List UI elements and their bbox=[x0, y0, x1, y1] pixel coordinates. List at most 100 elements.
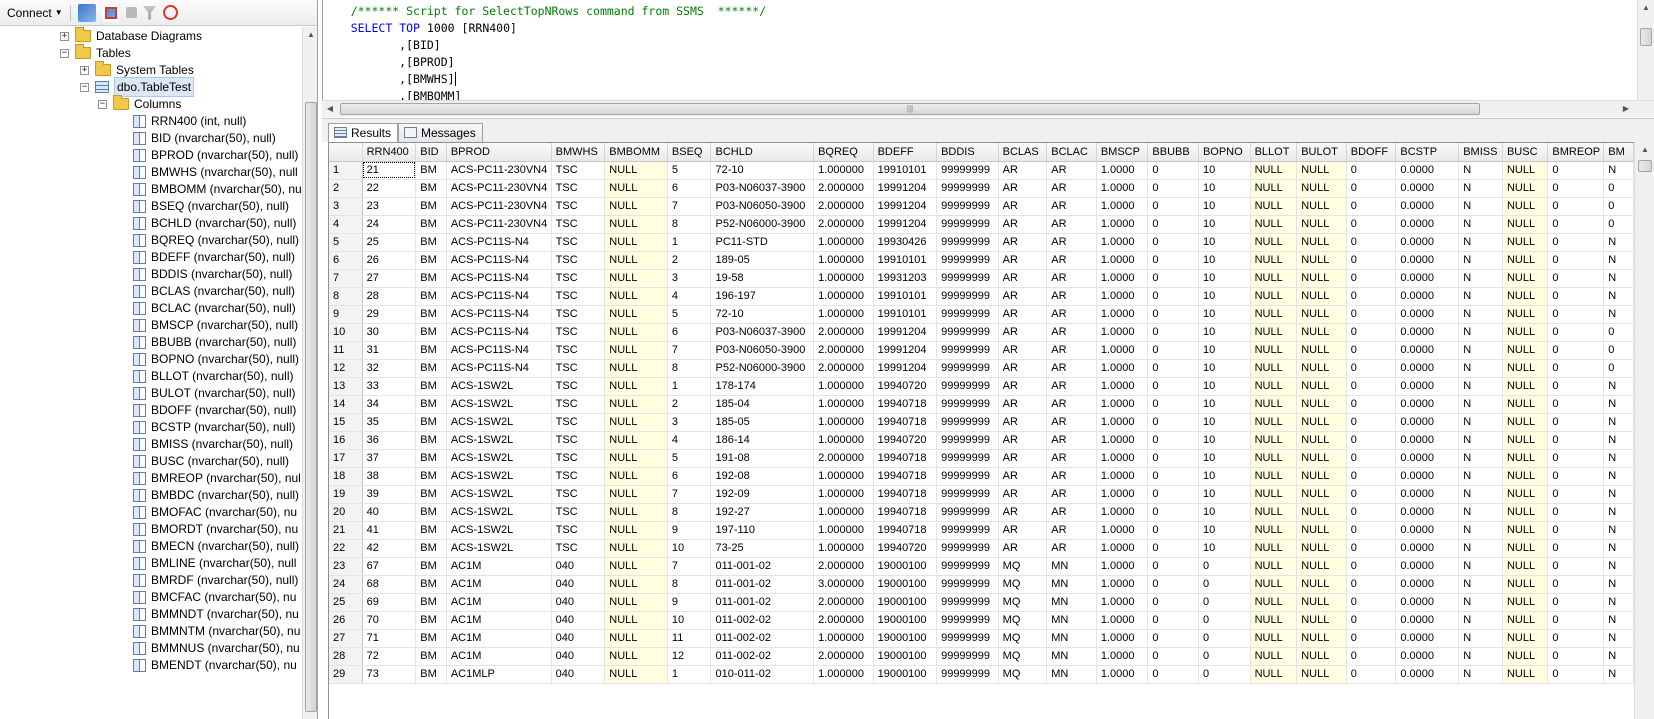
grid-cell[interactable]: ACS-PC11S-N4 bbox=[446, 323, 552, 342]
row-number-cell[interactable]: 1 bbox=[329, 161, 363, 180]
grid-cell[interactable]: 1.0000 bbox=[1096, 287, 1149, 306]
grid-cell[interactable]: NULL bbox=[1502, 539, 1549, 558]
grid-cell[interactable]: 1.0000 bbox=[1096, 575, 1149, 594]
grid-cell[interactable]: NULL bbox=[604, 305, 668, 324]
tree-node-column[interactable]: BCHLD (nvarchar(50), null) bbox=[133, 214, 296, 232]
row-number-cell[interactable]: 21 bbox=[329, 521, 363, 540]
grid-cell[interactable]: 99999999 bbox=[936, 449, 999, 468]
column-header-busc[interactable]: BUSC bbox=[1502, 143, 1549, 162]
grid-cell[interactable]: BM bbox=[415, 503, 447, 522]
grid-cell[interactable]: 19000100 bbox=[873, 557, 938, 576]
grid-cell[interactable]: 1.0000 bbox=[1096, 305, 1149, 324]
grid-cell[interactable]: N bbox=[1458, 233, 1503, 252]
grid-cell[interactable]: N bbox=[1603, 449, 1634, 468]
grid-cell[interactable]: 0 bbox=[1547, 629, 1605, 648]
grid-cell[interactable]: 0 bbox=[1346, 377, 1397, 396]
grid-cell[interactable]: AR bbox=[1046, 287, 1097, 306]
grid-cell[interactable]: BM bbox=[415, 341, 447, 360]
tree-node-column[interactable]: BMENDT (nvarchar(50), nu bbox=[133, 656, 297, 674]
grid-cell[interactable]: ACS-1SW2L bbox=[446, 539, 552, 558]
grid-cell[interactable]: 99999999 bbox=[936, 557, 999, 576]
grid-cell[interactable]: TSC bbox=[551, 431, 606, 450]
table-row[interactable]: 14 34 BM ACS-1SW2L TSC NULL 2 185-04 1.000000 199… bbox=[329, 395, 1634, 414]
grid-cell[interactable]: 1.0000 bbox=[1096, 197, 1149, 216]
table-row[interactable]: 20 40 BM ACS-1SW2L TSC NULL 8 192-27 1.000000 199… bbox=[329, 503, 1634, 522]
grid-cell[interactable]: 28 bbox=[362, 287, 417, 306]
grid-cell[interactable]: 0 bbox=[1346, 341, 1397, 360]
grid-cell[interactable]: TSC bbox=[551, 413, 606, 432]
grid-cell[interactable]: 19991204 bbox=[873, 359, 938, 378]
grid-cell[interactable]: NULL bbox=[604, 629, 668, 648]
grid-cell[interactable]: 0 bbox=[1547, 503, 1605, 522]
grid-cell[interactable]: 23 bbox=[362, 197, 417, 216]
grid-cell[interactable]: BM bbox=[415, 611, 447, 630]
grid-cell[interactable]: N bbox=[1458, 647, 1503, 666]
grid-cell[interactable]: 39 bbox=[362, 485, 417, 504]
tree-node-column[interactable]: BMOFAC (nvarchar(50), nu bbox=[133, 503, 297, 521]
grid-cell[interactable]: 35 bbox=[362, 413, 417, 432]
grid-cell[interactable]: 2.000000 bbox=[813, 647, 874, 666]
grid-cell[interactable]: 192-08 bbox=[710, 467, 815, 486]
grid-cell[interactable]: 8 bbox=[667, 503, 712, 522]
grid-cell[interactable]: 99999999 bbox=[936, 197, 999, 216]
grid-cell[interactable]: NULL bbox=[1502, 431, 1549, 450]
tree-node-column[interactable]: BMISS (nvarchar(50), null) bbox=[133, 435, 293, 453]
grid-cell[interactable]: 10 bbox=[1198, 233, 1251, 252]
grid-cell[interactable]: AR bbox=[1046, 521, 1097, 540]
grid-cell[interactable]: AR bbox=[998, 215, 1048, 234]
table-row[interactable]: 7 27 BM ACS-PC11S-N4 TSC NULL 3 19-58 1.000000 19… bbox=[329, 269, 1634, 288]
grid-cell[interactable]: N bbox=[1458, 179, 1503, 198]
grid-cell[interactable]: 99999999 bbox=[936, 215, 999, 234]
row-number-cell[interactable]: 20 bbox=[329, 503, 363, 522]
grid-cell[interactable]: 30 bbox=[362, 323, 417, 342]
tab-results[interactable]: Results bbox=[328, 123, 399, 144]
grid-cell[interactable]: 0 bbox=[1147, 521, 1199, 540]
grid-cell[interactable]: ACS-1SW2L bbox=[446, 377, 552, 396]
table-row[interactable]: 19 39 BM ACS-1SW2L TSC NULL 7 192-09 1.000000 199… bbox=[329, 485, 1634, 504]
grid-cell[interactable]: NULL bbox=[1296, 341, 1347, 360]
grid-cell[interactable]: TSC bbox=[551, 395, 606, 414]
grid-cell[interactable]: 10 bbox=[1198, 467, 1251, 486]
grid-cell[interactable]: 2.000000 bbox=[813, 179, 874, 198]
grid-cell[interactable]: 0 bbox=[1147, 233, 1199, 252]
tree-node-column[interactable]: BUSC (nvarchar(50), null) bbox=[133, 452, 289, 470]
grid-cell[interactable]: P03-N06050-3900 bbox=[710, 197, 815, 216]
grid-cell[interactable]: NULL bbox=[1502, 323, 1549, 342]
grid-cell[interactable]: 19940718 bbox=[873, 395, 938, 414]
grid-cell[interactable]: 19940718 bbox=[873, 521, 938, 540]
grid-cell[interactable]: 186-14 bbox=[710, 431, 815, 450]
grid-cell[interactable]: 0 bbox=[1198, 557, 1251, 576]
table-row[interactable]: 23 67 BM AC1M 040 NULL 7 011-001-02 2.000000 1900… bbox=[329, 557, 1634, 576]
grid-cell[interactable]: 99999999 bbox=[936, 593, 999, 612]
grid-cell[interactable]: 040 bbox=[551, 557, 606, 576]
table-row[interactable]: 26 70 BM AC1M 040 NULL 10 011-002-02 2.000000 190… bbox=[329, 611, 1634, 630]
grid-cell[interactable]: 1.000000 bbox=[813, 269, 874, 288]
grid-cell[interactable]: 0 bbox=[1547, 179, 1605, 198]
grid-cell[interactable]: NULL bbox=[1502, 413, 1549, 432]
row-number-cell[interactable]: 3 bbox=[329, 197, 363, 216]
grid-cell[interactable]: NULL bbox=[1502, 287, 1549, 306]
grid-cell[interactable]: 185-04 bbox=[710, 395, 815, 414]
grid-cell[interactable]: 0 bbox=[1547, 485, 1605, 504]
grid-cell[interactable]: 0 bbox=[1147, 377, 1199, 396]
grid-cell[interactable]: NULL bbox=[1250, 467, 1298, 486]
grid-cell[interactable]: NULL bbox=[604, 215, 668, 234]
grid-cell[interactable]: 0 bbox=[1147, 557, 1199, 576]
grid-cell[interactable]: 0 bbox=[1547, 467, 1605, 486]
grid-cell[interactable]: TSC bbox=[551, 377, 606, 396]
row-number-cell[interactable]: 5 bbox=[329, 233, 363, 252]
grid-cell[interactable]: TSC bbox=[551, 161, 606, 180]
column-header-bulot[interactable]: BULOT bbox=[1296, 143, 1347, 162]
grid-cell[interactable]: ACS-1SW2L bbox=[446, 413, 552, 432]
table-row[interactable]: 24 68 BM AC1M 040 NULL 8 011-001-02 3.000000 1900… bbox=[329, 575, 1634, 594]
grid-cell[interactable]: NULL bbox=[1296, 395, 1347, 414]
grid-cell[interactable]: TSC bbox=[551, 539, 606, 558]
grid-cell[interactable]: NULL bbox=[1296, 413, 1347, 432]
grid-cell[interactable]: 011-002-02 bbox=[710, 611, 815, 630]
grid-cell[interactable]: 040 bbox=[551, 611, 606, 630]
grid-cell[interactable]: 19940718 bbox=[873, 485, 938, 504]
column-header-bopno[interactable]: BOPNO bbox=[1198, 143, 1251, 162]
grid-cell[interactable]: NULL bbox=[604, 647, 668, 666]
grid-cell[interactable]: N bbox=[1603, 611, 1634, 630]
grid-cell[interactable]: NULL bbox=[1250, 269, 1298, 288]
